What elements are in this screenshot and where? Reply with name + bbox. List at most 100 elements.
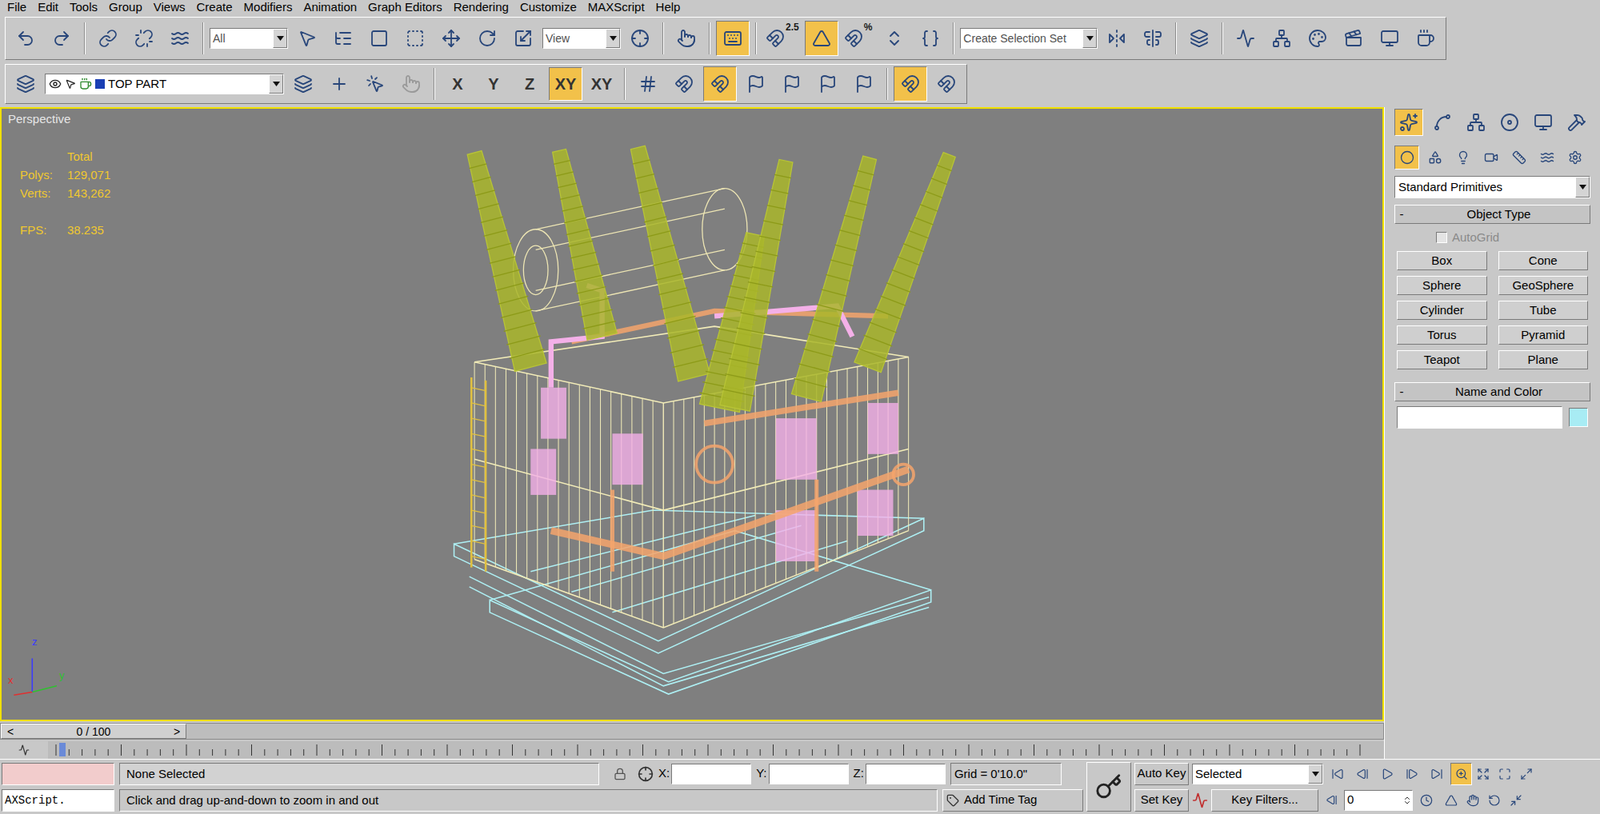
key-mode-toggle[interactable] (1321, 789, 1341, 812)
layer-manager-button[interactable] (8, 66, 43, 102)
viewport-label[interactable]: Perspective (8, 110, 71, 129)
viewport-nav-button[interactable] (1493, 763, 1516, 786)
prev-frame-button[interactable]: < (1, 724, 20, 739)
category-dropdown[interactable]: Standard Primitives (1394, 176, 1591, 199)
menu-item[interactable]: Edit (32, 0, 64, 15)
object-name-field[interactable] (1396, 406, 1563, 429)
bind-space-warp-button[interactable] (163, 20, 197, 56)
primitive-button[interactable]: Cone (1498, 251, 1589, 271)
toolbar-dropdown[interactable]: View (542, 28, 621, 49)
snap-option-button[interactable] (667, 66, 701, 102)
layer-tool-button[interactable] (358, 66, 392, 102)
primitive-button[interactable]: Tube (1498, 300, 1589, 320)
menu-item[interactable]: File (1, 0, 32, 15)
render-setup-button[interactable] (1336, 20, 1371, 56)
viewport-nav-button[interactable] (1440, 789, 1462, 812)
selection-lock-icon[interactable] (613, 768, 627, 781)
rollout-header[interactable]: -Name and Color (1394, 382, 1591, 402)
mirror-button[interactable] (1100, 20, 1134, 56)
primitive-button[interactable]: Torus (1396, 325, 1488, 345)
rollout-header[interactable]: -Object Type (1394, 204, 1591, 224)
playback-button[interactable] (1326, 763, 1348, 786)
layer-dropdown[interactable]: TOP PART (44, 73, 284, 95)
layer-tool-button[interactable] (322, 66, 356, 102)
perspective-viewport[interactable]: PerspectiveTotalPolys:129,071Verts:143,2… (0, 107, 1384, 722)
current-frame-field[interactable]: 0 (1344, 790, 1413, 812)
menu-item[interactable]: Help (650, 0, 687, 15)
command-tab[interactable] (1428, 108, 1457, 136)
snap-option-button[interactable] (631, 66, 665, 102)
axis-constraint-button[interactable]: Y (476, 67, 511, 101)
playback-button[interactable] (1400, 763, 1423, 786)
next-frame-button[interactable]: > (168, 724, 186, 739)
time-slider-thumb[interactable]: <0 / 100> (0, 724, 187, 740)
schematic-view-button[interactable] (1264, 20, 1299, 56)
layer-manager-button[interactable] (1182, 20, 1216, 56)
primitive-button[interactable]: Cylinder (1396, 300, 1488, 320)
coordinate-field[interactable] (671, 764, 752, 785)
auto-key-button[interactable]: Auto Key (1134, 763, 1189, 786)
create-category[interactable] (1562, 145, 1588, 170)
angle-snap-button[interactable] (804, 20, 839, 56)
absolute-mode-icon[interactable] (637, 766, 654, 783)
transformer-wireframe[interactable] (1, 108, 1383, 720)
dropdown-arrow[interactable] (1082, 28, 1097, 48)
create-category[interactable] (1450, 145, 1476, 170)
spinner-icon[interactable] (1402, 793, 1412, 808)
viewport-nav-button[interactable] (1450, 763, 1472, 786)
scale-button[interactable] (506, 20, 540, 56)
command-tab[interactable] (1495, 108, 1524, 136)
align-button[interactable] (1136, 20, 1170, 56)
toolbar-dropdown[interactable]: All (209, 28, 288, 49)
axis-constraint-button[interactable]: XY (584, 67, 619, 101)
create-category[interactable] (1506, 145, 1532, 170)
primitive-button[interactable]: Teapot (1396, 350, 1488, 370)
layer-dropdown-arrow[interactable] (268, 74, 284, 94)
create-category[interactable] (1478, 145, 1504, 170)
coordinate-field[interactable] (865, 764, 946, 785)
command-tab[interactable] (1461, 108, 1491, 136)
snap-option-button[interactable] (739, 66, 773, 102)
menu-item[interactable]: Modifiers (238, 0, 299, 15)
maxscript-listener-top[interactable] (1, 763, 115, 786)
keyboard-override-button[interactable] (716, 20, 750, 56)
set-key-mode-button[interactable] (1086, 762, 1132, 812)
create-category[interactable] (1394, 145, 1420, 170)
command-tab[interactable] (1394, 108, 1424, 136)
undo-button[interactable] (8, 20, 43, 56)
snap-extra-button[interactable] (893, 66, 928, 102)
spinner-snap-button[interactable] (877, 20, 912, 56)
primitive-button[interactable]: Sphere (1396, 276, 1488, 296)
menu-item[interactable]: Tools (64, 0, 104, 15)
axis-constraint-button[interactable]: XY (548, 67, 583, 101)
toolbar-dropdown[interactable]: Create Selection Set (960, 28, 1098, 49)
rotate-button[interactable] (470, 20, 504, 56)
playback-button[interactable] (1376, 763, 1398, 786)
key-filters-button[interactable]: Key Filters... (1211, 789, 1319, 812)
primitive-button[interactable]: Box (1396, 251, 1488, 271)
time-slider[interactable]: <0 / 100> (0, 721, 1384, 742)
axis-constraint-button[interactable]: X (440, 67, 475, 101)
autogrid-checkbox[interactable]: AutoGrid (1394, 228, 1591, 247)
material-editor-button[interactable] (1300, 20, 1335, 56)
key-mode-dropdown[interactable]: Selected (1192, 764, 1324, 785)
viewport-nav-button[interactable] (1472, 763, 1494, 786)
set-key-button[interactable]: Set Key (1134, 789, 1189, 812)
object-color-swatch[interactable] (1568, 408, 1588, 428)
primitive-button[interactable]: Plane (1498, 350, 1589, 370)
viewport-nav-button[interactable] (1461, 789, 1484, 812)
playback-button[interactable] (1425, 763, 1448, 786)
menu-item[interactable]: Create (191, 0, 239, 15)
snap-option-button[interactable] (703, 66, 737, 102)
snap-extra-button[interactable] (929, 66, 964, 102)
mini-curve-editor-icon[interactable] (16, 744, 32, 756)
viewport-nav-button[interactable] (1483, 789, 1505, 812)
rectangular-region-button[interactable] (362, 20, 396, 56)
menu-item[interactable]: Group (103, 0, 148, 15)
menu-item[interactable]: MAXScript (582, 0, 651, 15)
key-mode-arrow[interactable] (1308, 764, 1323, 784)
snaps-toggle-button[interactable]: 2.5 (762, 20, 803, 56)
viewport-nav-button[interactable] (1504, 789, 1527, 812)
command-tab[interactable] (1562, 108, 1592, 136)
curve-editor-button[interactable] (1228, 20, 1263, 56)
